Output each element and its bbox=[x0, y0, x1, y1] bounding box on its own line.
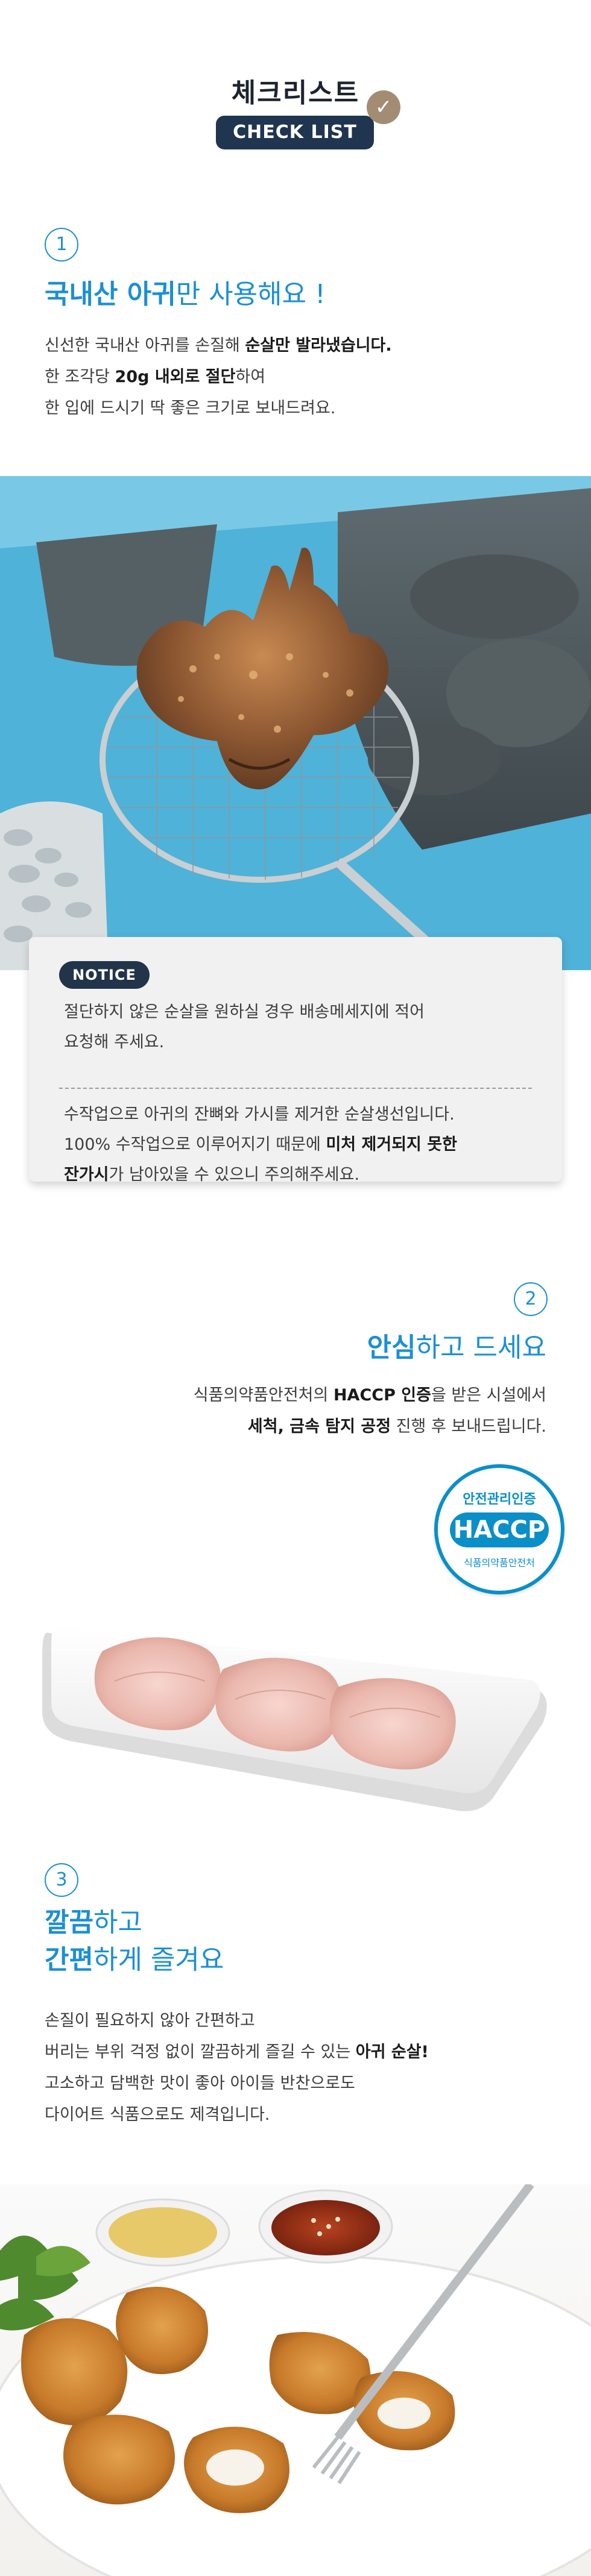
notice-divider bbox=[59, 1088, 532, 1089]
notice-box: NOTICE 절단하지 않은 순살을 원하실 경우 배송메세지에 적어 요청해 … bbox=[29, 937, 562, 1184]
section3-heading: 깔끔하고 간편하게 즐겨요 bbox=[45, 1907, 224, 1975]
section2-heading: 안심하고 드세요 bbox=[367, 1326, 546, 1364]
notice-paragraph-2: 수작업으로 아귀의 잔뼈와 가시를 제거한 순살생선입니다. 100% 수작업으… bbox=[64, 1105, 457, 1184]
haccp-bottom-text: 식품의약품안전처 bbox=[464, 1557, 535, 1568]
monkfish-photo bbox=[0, 476, 591, 970]
section1-heading: 국내산 아귀만 사용해요 ! bbox=[45, 272, 326, 311]
check-list-badge: CHECK LIST bbox=[216, 116, 374, 149]
section1-number: 1 bbox=[45, 228, 78, 262]
section2-heading-rest: 하고 드세요 bbox=[416, 1332, 546, 1363]
section1-heading-bold: 국내산 아귀 bbox=[45, 279, 176, 310]
notice-badge: NOTICE bbox=[59, 961, 150, 989]
haccp-top-text: 안전관리인증 bbox=[463, 1492, 536, 1507]
fried-monkfish-photo bbox=[0, 2184, 591, 2576]
haccp-badge: 안전관리인증 HACCP 식품의약품안전처 bbox=[434, 1464, 564, 1594]
section3-description: 손질이 필요하지 않아 간편하고 버리는 부위 걱정 없이 깔끔하게 즐길 수 … bbox=[45, 2011, 429, 2124]
section2-description: 식품의약품안전처의 HACCP 인증을 받은 시설에서 세척, 금속 탐지 공정… bbox=[193, 1386, 546, 1436]
section1-heading-rest: 만 사용해요 ! bbox=[175, 279, 326, 310]
check-circle-icon: ✓ bbox=[367, 90, 400, 124]
haccp-main-text: HACCP bbox=[450, 1512, 549, 1547]
section1-description: 신선한 국내산 아귀를 손질해 순살만 발라냈습니다. 한 조각당 20g 내외… bbox=[45, 330, 392, 424]
section1-line: 한 입에 드시기 딱 좋은 크기로 보내드려요. bbox=[45, 399, 336, 418]
section2-number: 2 bbox=[514, 1282, 548, 1316]
section2-heading-bold: 안심 bbox=[367, 1332, 416, 1363]
page-title: 체크리스트 bbox=[231, 78, 360, 108]
notice-paragraph-1: 절단하지 않은 순살을 원하실 경우 배송메세지에 적어 요청해 주세요. bbox=[64, 1003, 425, 1051]
section1-line: 신선한 국내산 아귀를 손질해 순살만 발라냈습니다. bbox=[45, 336, 392, 355]
section3-number: 3 bbox=[45, 1863, 78, 1897]
section1-line: 한 조각당 20g 내외로 절단하여 bbox=[45, 368, 266, 386]
